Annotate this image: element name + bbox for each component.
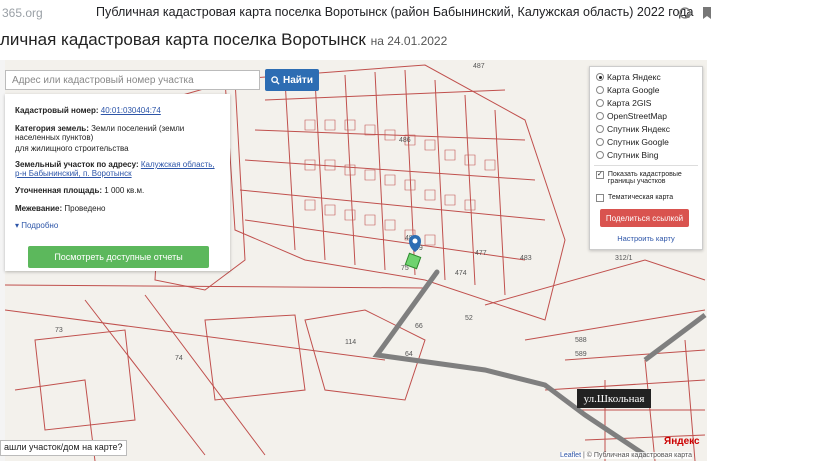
radio-icon (596, 112, 604, 120)
page-title: личная кадастровая карта поселка Воротын… (0, 30, 447, 50)
search-button-label: Найти (283, 74, 313, 86)
page-date: на 24.01.2022 (370, 34, 448, 48)
more-details-link[interactable]: Подробно (21, 221, 58, 230)
layer-option-2gis[interactable]: Карта 2GIS (596, 97, 651, 109)
layer-option-bing-sat[interactable]: Спутник Bing (596, 149, 658, 161)
found-parcel-question[interactable]: ашли участок/дом на карте? (0, 440, 127, 456)
thematic-label: Тематическая карта (608, 194, 674, 201)
avito-watermark: Avito (754, 430, 783, 445)
area-label: Уточненная площадь: (15, 186, 103, 195)
layer-label: Спутник Яндекс (607, 124, 670, 134)
layer-option-google-sat[interactable]: Спутник Google (596, 136, 669, 148)
layer-label: Спутник Bing (607, 150, 659, 160)
area-value: 1 000 кв.м. (104, 186, 145, 195)
parcel-label: 477 (475, 250, 487, 257)
layer-option-yandex-map[interactable]: Карта Яндекс (596, 71, 661, 83)
checkbox-icon (596, 194, 604, 202)
parcel-label: 486 (399, 137, 411, 144)
parcel-label: 74 (175, 355, 183, 362)
parcel-label: 114 (345, 339, 356, 346)
radio-icon (596, 73, 604, 81)
thematic-map-checkbox[interactable]: Тематическая карта (596, 194, 673, 202)
parcel-label: 73 (55, 327, 63, 334)
layer-label: OpenStreetMap (607, 111, 668, 121)
show-borders-label: Показать кадастровые границы участков (607, 171, 682, 185)
layer-label: Спутник Google (607, 137, 669, 147)
parcel-label: 66 (415, 323, 423, 330)
radio-icon (596, 138, 604, 146)
parcel-label: 588 (575, 337, 587, 344)
category-label: Категория земель: (15, 124, 89, 133)
map-attribution: Leaflet | © Публичная кадастровая карта (560, 452, 693, 459)
right-edge (707, 60, 828, 461)
page-title-text: личная кадастровая карта поселка Воротын… (0, 30, 366, 49)
parcel-label: 312/1 (615, 255, 633, 262)
radio-icon (596, 125, 604, 133)
browser-top-bar: 365.org Публичная кадастровая карта посе… (0, 0, 828, 28)
tune-map-link[interactable]: Настроить карту (590, 234, 702, 243)
checkmark-icon: ✓ (596, 171, 604, 179)
page-tab-title: Публичная кадастровая карта поселка Воро… (96, 5, 694, 19)
map-layers-panel: Карта Яндекс Карта Google Карта 2GIS Ope… (589, 66, 703, 250)
chevron-down-icon: ▾ (15, 221, 20, 230)
leaflet-link[interactable]: Leaflet (560, 452, 581, 459)
view-reports-button[interactable]: Посмотреть доступные отчеты (28, 246, 209, 268)
layer-label: Карта Яндекс (607, 72, 661, 82)
radio-icon (596, 151, 604, 159)
show-borders-checkbox[interactable]: ✓ Показать кадастровые границы участков (596, 171, 696, 185)
parcel-label: 487 (473, 63, 485, 70)
address-label: Земельный участок по адресу: (15, 160, 139, 169)
cad-label: Кадастровый номер: (15, 106, 99, 115)
parcel-label: 64 (405, 351, 413, 358)
category-purpose: для жилищного строительства (15, 144, 129, 153)
parcel-label: 483 (520, 255, 532, 262)
layer-option-osm[interactable]: OpenStreetMap (596, 110, 667, 122)
layer-option-google-map[interactable]: Карта Google (596, 84, 660, 96)
yandex-logo: Яндекс (664, 436, 700, 447)
parcel-label: 75 (401, 265, 409, 272)
search-input[interactable]: Адрес или кадастровый номер участка (5, 70, 260, 90)
street-label: ул.Школьная (577, 389, 651, 408)
survey-value: Проведено (64, 204, 106, 213)
survey-label: Межевание: (15, 204, 63, 213)
radio-icon (596, 99, 604, 107)
layer-label: Карта Google (607, 85, 660, 95)
radio-icon (596, 86, 604, 94)
parcel-label: 589 (575, 351, 587, 358)
search-button[interactable]: Найти (265, 69, 319, 91)
site-logo[interactable]: 365.org (2, 6, 43, 20)
parcel-label: 474 (455, 270, 467, 277)
layer-label: Карта 2GIS (607, 98, 652, 108)
share-icon[interactable] (678, 6, 692, 20)
parcel-label: 52 (465, 315, 473, 322)
parcel-info-panel: Кадастровый номер: 40:01:030404:74 Катег… (5, 94, 230, 271)
bookmark-icon[interactable] (700, 6, 714, 20)
layer-option-yandex-sat[interactable]: Спутник Яндекс (596, 123, 670, 135)
share-link-button[interactable]: Поделиться ссылкой (600, 209, 689, 227)
cad-number-link[interactable]: 40:01:030404:74 (101, 106, 161, 115)
search-icon (271, 75, 280, 85)
attribution-text: | © Публичная кадастровая карта (582, 452, 693, 459)
